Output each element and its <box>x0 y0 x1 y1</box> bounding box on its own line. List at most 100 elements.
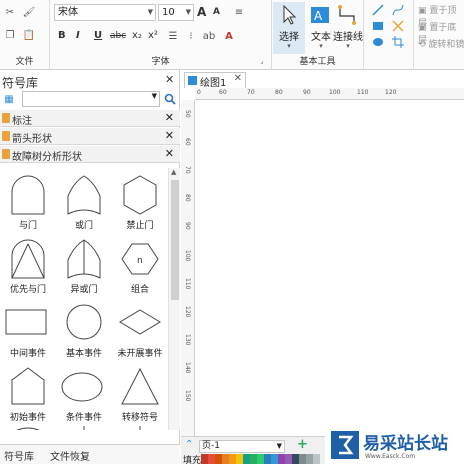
ellipse-icon[interactable] <box>372 36 384 48</box>
arc-shape-icon[interactable] <box>8 426 48 430</box>
shape-priority-and-gate[interactable]: 优先与门 <box>0 234 56 298</box>
line-shape-icon[interactable] <box>120 426 160 430</box>
page-selector[interactable]: 页-1 ▼ <box>199 440 285 453</box>
select-label: 选择 <box>279 32 299 43</box>
tab-drawing-1[interactable]: 绘图1 ✕ <box>184 72 246 89</box>
font-name-value: 宋体 <box>58 7 78 18</box>
align-icon[interactable]: ≡ <box>232 5 246 19</box>
font-name-select[interactable]: 宋体 ▼ <box>54 4 156 21</box>
palette-swatch[interactable] <box>215 454 222 464</box>
rotate-flip-button[interactable]: ⟲ 旋转和镜像 <box>418 37 464 50</box>
copy-icon[interactable]: ❐ <box>3 28 17 42</box>
shape-intermediate-event[interactable]: 中间事件 <box>0 298 56 362</box>
palette-swatch[interactable] <box>243 454 250 464</box>
palette-swatch[interactable] <box>299 454 306 464</box>
scroll-up-icon[interactable]: ▲ <box>171 168 176 176</box>
palette-swatch[interactable] <box>229 454 236 464</box>
conditional-event-icon <box>61 372 103 402</box>
bold-button[interactable]: B <box>58 30 66 41</box>
pointer-icon <box>283 4 297 25</box>
folder-icon <box>2 131 10 141</box>
cut-icon[interactable]: ✂ <box>3 5 17 19</box>
library-icon[interactable]: ▦ <box>2 92 16 106</box>
superscript-button[interactable]: x² <box>148 30 158 41</box>
palette-swatch[interactable] <box>236 454 243 464</box>
category-callout[interactable]: 标注 ✕ <box>0 110 180 127</box>
underline-button[interactable]: U <box>94 30 102 41</box>
search-input[interactable]: ▼ <box>22 91 160 107</box>
close-icon[interactable]: ✕ <box>165 73 174 86</box>
line-spacing-icon[interactable]: ☰ <box>166 29 180 43</box>
shape-or-gate[interactable]: 或门 <box>56 170 112 234</box>
shape-basic-event[interactable]: 基本事件 <box>56 298 112 362</box>
crossing-icon[interactable] <box>392 20 404 32</box>
shape-inhibit-gate[interactable]: 禁止门 <box>112 170 168 234</box>
line-shape-icon[interactable] <box>64 426 104 430</box>
search-icon[interactable] <box>164 93 176 105</box>
close-icon[interactable]: ✕ <box>165 129 174 142</box>
palette-swatch[interactable] <box>278 454 285 464</box>
category-fault-tree[interactable]: 故障树分析形状 ✕ <box>0 146 180 163</box>
shape-and-gate[interactable]: 与门 <box>0 170 56 234</box>
palette-swatch[interactable] <box>201 454 208 464</box>
palette-swatch[interactable] <box>257 454 264 464</box>
rectangle-icon[interactable] <box>372 20 384 32</box>
document-icon <box>188 76 197 85</box>
fill-label: 填充 <box>183 456 202 466</box>
close-icon[interactable]: ✕ <box>234 73 242 84</box>
shape-xor-gate[interactable]: 异或门 <box>56 234 112 298</box>
shape-conditional-event[interactable]: 条件事件 <box>56 362 112 426</box>
palette-swatch[interactable] <box>208 454 215 464</box>
initial-event-icon <box>11 367 45 405</box>
grow-font-button[interactable]: A <box>197 5 206 19</box>
strikethrough-button[interactable]: abc <box>110 31 126 41</box>
close-icon[interactable]: ✕ <box>165 111 174 124</box>
palette-swatch[interactable] <box>271 454 278 464</box>
connector-button[interactable]: 连接线 ▾ <box>332 2 364 54</box>
palette-swatch[interactable] <box>292 454 299 464</box>
category-label: 故障树分析形状 <box>12 152 82 163</box>
shrink-font-button[interactable]: A <box>213 7 220 17</box>
chevron-down-icon: ▼ <box>185 8 191 16</box>
palette-swatch[interactable] <box>250 454 257 464</box>
text-icon: A <box>311 7 329 23</box>
panel-scrollbar[interactable]: ▲ <box>168 168 180 430</box>
crop-icon[interactable] <box>392 36 404 48</box>
ruler-tick-label: 60 <box>184 138 191 146</box>
text-color-icon[interactable]: A <box>222 29 236 43</box>
font-size-select[interactable]: 10 ▼ <box>158 4 194 21</box>
tab-file-recovery[interactable]: 文件恢复 <box>50 448 90 463</box>
curve-icon[interactable] <box>392 4 404 16</box>
shape-combination[interactable]: n 组合 <box>112 234 168 298</box>
ruler-tick-label: 110 <box>184 278 191 290</box>
shape-label: 或门 <box>74 221 93 231</box>
line-icon[interactable] <box>372 4 384 16</box>
page-nav-up-icon[interactable]: ⌃ <box>185 439 193 450</box>
format-painter-icon[interactable]: 🖌 <box>22 5 36 19</box>
scroll-thumb[interactable] <box>171 180 179 300</box>
paste-icon[interactable]: 📋 <box>22 28 36 42</box>
shape-initial-event[interactable]: 初始事件 <box>0 362 56 426</box>
palette-swatch[interactable] <box>264 454 271 464</box>
font-color-icon[interactable]: ab <box>202 29 216 43</box>
shape-label: 转移符号 <box>121 413 158 423</box>
palette-swatch[interactable] <box>313 454 320 464</box>
font-dialog-launcher-icon[interactable]: ⌟ <box>255 54 269 68</box>
palette-swatch[interactable] <box>222 454 229 464</box>
palette-swatch[interactable] <box>285 454 292 464</box>
subscript-button[interactable]: x₂ <box>132 30 142 41</box>
xor-gate-icon <box>67 239 101 279</box>
category-arrow-shapes[interactable]: 箭头形状 ✕ <box>0 128 180 145</box>
add-page-button[interactable]: + <box>297 437 308 452</box>
palette-swatch[interactable] <box>306 454 313 464</box>
tab-symbol-library[interactable]: 符号库 <box>4 448 34 463</box>
shape-undeveloped-event[interactable]: 未开展事件 <box>112 298 168 362</box>
select-button[interactable]: 选择 ▾ <box>273 2 305 54</box>
drawing-canvas[interactable] <box>195 100 464 436</box>
italic-button[interactable]: I <box>76 30 80 41</box>
close-icon[interactable]: ✕ <box>165 147 174 160</box>
shape-transfer-symbol[interactable]: 转移符号 <box>112 362 168 426</box>
or-gate-icon <box>67 175 101 215</box>
tools-group: 选择 ▾ A 文本 ▾ 连接线 ▾ 基本工具 <box>272 0 364 70</box>
bullets-icon[interactable]: ⁝ <box>184 29 198 43</box>
